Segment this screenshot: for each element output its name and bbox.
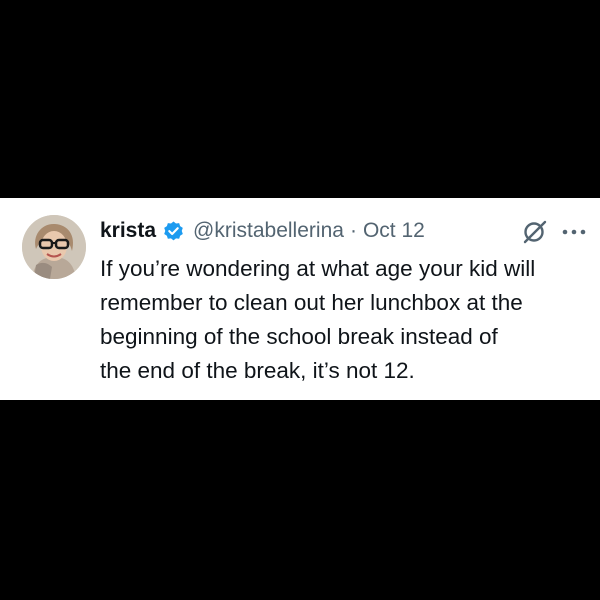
- user-handle[interactable]: @kristabellerina: [193, 219, 344, 243]
- tweet-text: If you’re wondering at what age your kid…: [100, 252, 594, 388]
- tweet-text-line: If you’re wondering at what age your kid…: [100, 256, 536, 281]
- tweet-text-line: the end of the break, it’s not 12.: [100, 358, 415, 383]
- tweet-date[interactable]: Oct 12: [363, 219, 425, 243]
- tweet-card[interactable]: krista @kristabellerina · Oct 12 If you’…: [0, 198, 600, 400]
- tweet-text-line: beginning of the school break instead of: [100, 324, 498, 349]
- tweet-header: krista @kristabellerina · Oct 12: [100, 216, 425, 246]
- more-options-icon[interactable]: [561, 225, 589, 239]
- separator-dot: ·: [349, 219, 357, 242]
- screenshot-canvas: krista @kristabellerina · Oct 12 If you’…: [0, 0, 600, 600]
- avatar-photo-icon: [22, 215, 86, 279]
- tweet-text-line: remember to clean out her lunchbox at th…: [100, 290, 523, 315]
- avatar[interactable]: [22, 215, 86, 279]
- display-name[interactable]: krista: [100, 219, 156, 243]
- verified-badge-icon[interactable]: [162, 220, 185, 243]
- grok-icon[interactable]: [522, 219, 548, 245]
